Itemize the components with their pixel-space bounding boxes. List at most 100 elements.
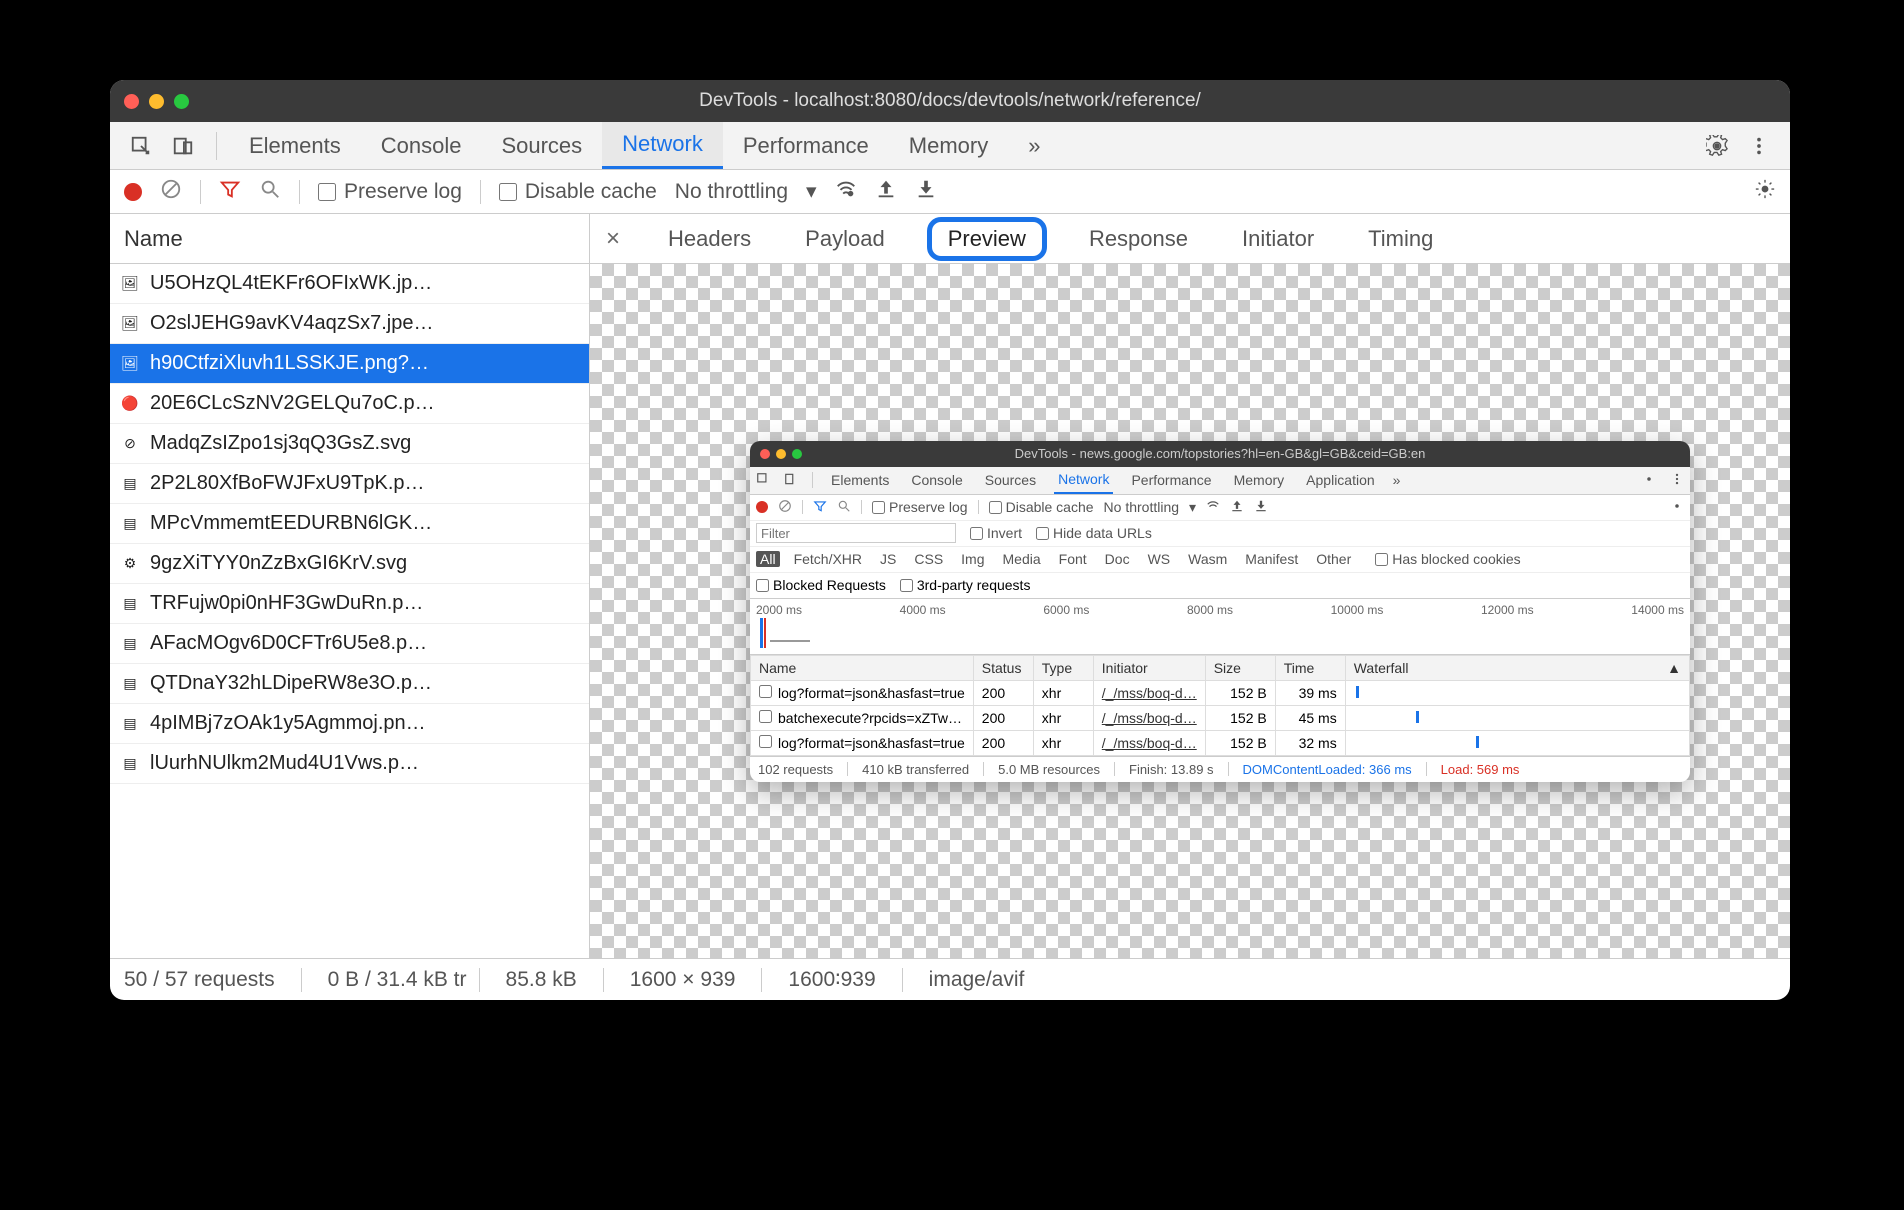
subtab-preview[interactable]: Preview (927, 217, 1047, 261)
filter-type-other: Other (1312, 551, 1355, 567)
traffic-lights (124, 94, 189, 109)
table-row: log?format=json&hasfast=true200xhr/_/mss… (751, 680, 1690, 705)
request-row[interactable]: 🖼 U5OHzQL4tEKFr6OFIxWK.jp… (110, 264, 589, 304)
toolbar-settings-gear-icon[interactable] (1754, 178, 1776, 206)
inner-hide-urls-checkbox: Hide data URLs (1036, 525, 1152, 541)
upload-har-icon[interactable] (875, 178, 897, 206)
subtab-timing[interactable]: Timing (1356, 220, 1445, 258)
request-row[interactable]: ⚙ 9gzXiTYY0nZzBxGI6KrV.svg (110, 544, 589, 584)
gear-icon: ⚙ (120, 554, 140, 574)
inner-record-button (756, 501, 768, 513)
inner-invert-checkbox: Invert (970, 525, 1022, 541)
kebab-menu-icon[interactable] (1746, 133, 1772, 159)
inner-device-icon (784, 472, 798, 489)
network-conditions-icon[interactable] (835, 178, 857, 206)
request-row[interactable]: ▤lUurhNUlkm2Mud4U1Vws.p… (110, 744, 589, 784)
request-name: MPcVmmemtEEDURBN6lGK… (150, 512, 432, 535)
filter-icon[interactable] (219, 178, 241, 206)
inner-titlebar: DevTools - news.google.com/topstories?hl… (750, 441, 1690, 467)
inspect-icon[interactable] (128, 133, 154, 159)
subtab-initiator[interactable]: Initiator (1230, 220, 1326, 258)
inner-tab-performance: Performance (1127, 467, 1215, 494)
tab-elements[interactable]: Elements (229, 122, 361, 169)
timeline-tick: 12000 ms (1481, 603, 1534, 617)
inner-blocked-row: Blocked Requests 3rd-party requests (750, 573, 1690, 599)
inner-filter-input (756, 523, 956, 543)
subtab-response[interactable]: Response (1077, 220, 1200, 258)
close-panel-icon[interactable]: × (600, 225, 626, 253)
request-row[interactable]: ▤MPcVmmemtEEDURBN6lGK… (110, 504, 589, 544)
timeline-tick: 14000 ms (1631, 603, 1684, 617)
statusbar: 50 / 57 requests 0 B / 31.4 kB tr 85.8 k… (110, 958, 1790, 1000)
inner-type-filters: AllFetch/XHRJSCSSImgMediaFontDocWSWasmMa… (750, 547, 1690, 573)
img-icon: 🖼 (120, 274, 140, 294)
maximize-window-button[interactable] (174, 94, 189, 109)
inner-network-toolbar: Preserve log Disable cache No throttling… (750, 495, 1690, 521)
search-icon[interactable] (259, 178, 281, 206)
table-row: log?format=json&hasfast=true200xhr/_/mss… (751, 730, 1690, 755)
tab-sources[interactable]: Sources (481, 122, 602, 169)
minimize-window-button[interactable] (149, 94, 164, 109)
request-row[interactable]: ▤2P2L80XfBoFWJFxU9TpK.p… (110, 464, 589, 504)
table-header-name: Name (751, 655, 974, 680)
record-button[interactable] (124, 183, 142, 201)
inner-status-bar: 102 requests 410 kB transferred 5.0 MB r… (750, 756, 1690, 782)
request-name: U5OHzQL4tEKFr6OFIxWK.jp… (150, 272, 432, 295)
filter-type-all: All (756, 551, 780, 567)
request-row[interactable]: 🔴20E6CLcSzNV2GELQu7oC.p… (110, 384, 589, 424)
inner-filter-icon (813, 499, 827, 516)
clear-icon[interactable] (160, 178, 182, 206)
request-name: lUurhNUlkm2Mud4U1Vws.p… (150, 752, 419, 775)
filter-type-css: CSS (910, 551, 947, 567)
request-name: AFacMOgv6D0CFTr6U5e8.p… (150, 632, 427, 655)
titlebar: DevTools - localhost:8080/docs/devtools/… (110, 80, 1790, 122)
filter-type-font: Font (1055, 551, 1091, 567)
inner-inspect-icon (756, 472, 770, 489)
inner-kebab-icon (1670, 472, 1684, 489)
img-icon: 🖼 (120, 314, 140, 334)
throttling-dropdown-icon[interactable]: ▾ (806, 179, 817, 204)
more-tabs-button[interactable]: » (1008, 122, 1060, 169)
device-toggle-icon[interactable] (170, 133, 196, 159)
inner-maximize-button (792, 449, 802, 459)
tab-memory[interactable]: Memory (889, 122, 1008, 169)
request-name: MadqZsIZpo1sj3qQ3GsZ.svg (150, 432, 411, 455)
filter-type-fetch-xhr: Fetch/XHR (790, 551, 866, 567)
request-name: TRFujw0pi0nHF3GwDuRn.p… (150, 592, 423, 615)
requests-sidebar: Name 🖼 U5OHzQL4tEKFr6OFIxWK.jp… 🖼O2slJEHG9… (110, 214, 590, 958)
request-name: 9gzXiTYY0nZzBxGI6KrV.svg (150, 552, 407, 575)
request-row[interactable]: ⊘MadqZsIZpo1sj3qQ3GsZ.svg (110, 424, 589, 464)
inner-gear-icon (1670, 499, 1684, 516)
throttling-select[interactable]: No throttling (675, 180, 788, 204)
tab-performance[interactable]: Performance (723, 122, 889, 169)
close-window-button[interactable] (124, 94, 139, 109)
download-har-icon[interactable] (915, 178, 937, 206)
inner-download-icon (1254, 499, 1268, 516)
timeline-tick: 4000 ms (900, 603, 946, 617)
sidebar-header[interactable]: Name (110, 214, 589, 264)
preserve-log-checkbox[interactable]: Preserve log (318, 180, 462, 204)
preview-image-devtools: DevTools - news.google.com/topstories?hl… (750, 441, 1690, 782)
request-row[interactable]: 🖼h90CtfziXluvh1LSSKJE.png?… (110, 344, 589, 384)
request-name: 2P2L80XfBoFWJFxU9TpK.p… (150, 472, 425, 495)
file-icon: ▤ (120, 674, 140, 694)
tab-network[interactable]: Network (602, 122, 723, 169)
tab-console[interactable]: Console (361, 122, 482, 169)
requests-list: 🖼 U5OHzQL4tEKFr6OFIxWK.jp… 🖼O2slJEHG9avKV4… (110, 264, 589, 958)
request-row[interactable]: ▤4pIMBj7zOAk1y5Agmmoj.pn… (110, 704, 589, 744)
request-row[interactable]: ▤AFacMOgv6D0CFTr6U5e8.p… (110, 624, 589, 664)
subtab-payload[interactable]: Payload (793, 220, 897, 258)
settings-gear-icon[interactable] (1704, 133, 1730, 159)
request-name: 20E6CLcSzNV2GELQu7oC.p… (150, 392, 435, 415)
file-icon: ▤ (120, 714, 140, 734)
request-row[interactable]: ▤QTDnaY32hLDipeRW8e3O.p… (110, 664, 589, 704)
file-icon: ▤ (120, 594, 140, 614)
disable-cache-checkbox[interactable]: Disable cache (499, 180, 657, 204)
request-row[interactable]: ▤ TRFujw0pi0nHF3GwDuRn.p… (110, 584, 589, 624)
subtab-headers[interactable]: Headers (656, 220, 763, 258)
inner-tab-application: Application (1302, 467, 1379, 494)
request-name: h90CtfziXluvh1LSSKJE.png?… (150, 352, 429, 375)
request-row[interactable]: 🖼O2slJEHG9avKV4aqzSx7.jpe… (110, 304, 589, 344)
table-row: batchexecute?rpcids=xZTw…200xhr/_/mss/bo… (751, 705, 1690, 730)
table-header-status: Status (973, 655, 1033, 680)
